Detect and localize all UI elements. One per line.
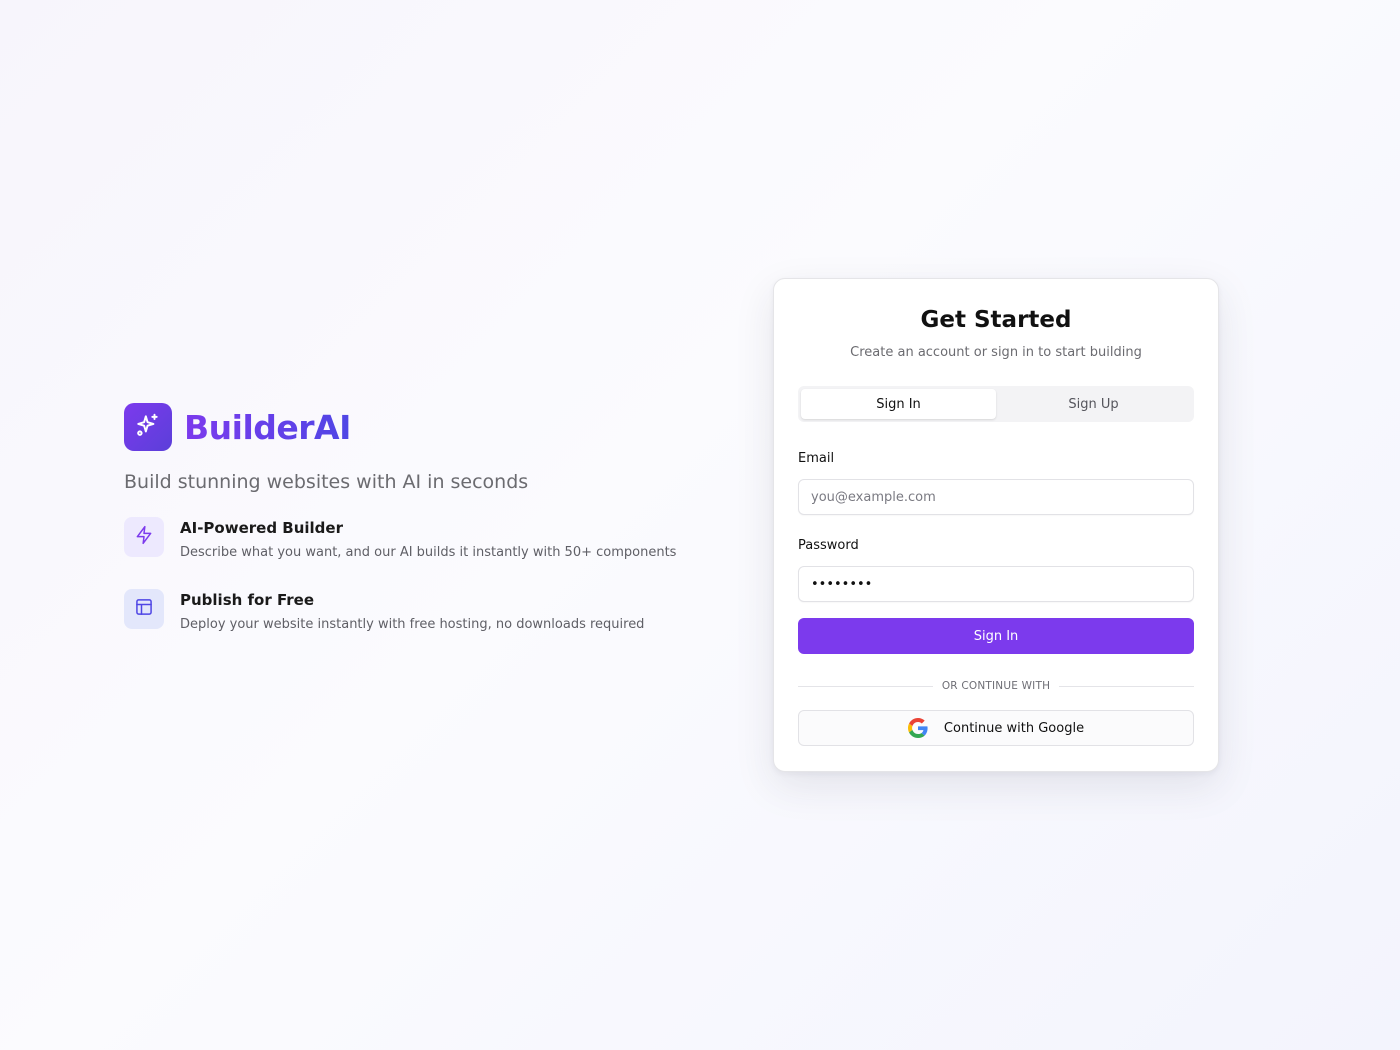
layout-icon — [134, 597, 154, 621]
feature-icon-badge — [124, 589, 164, 629]
email-input[interactable] — [798, 479, 1194, 515]
divider: OR CONTINUE WITH — [798, 678, 1195, 694]
auth-card: Get Started Create an account or sign in… — [773, 278, 1219, 772]
tab-sign-up[interactable]: Sign Up — [996, 389, 1191, 419]
divider-line — [798, 685, 933, 687]
password-label: Password — [798, 538, 859, 553]
tab-sign-in[interactable]: Sign In — [801, 389, 996, 419]
brand-tagline: Build stunning websites with AI in secon… — [124, 471, 529, 493]
feature-description: Describe what you want, and our AI build… — [180, 545, 677, 560]
brand-name: BuilderAI — [184, 407, 351, 447]
auth-subtitle: Create an account or sign in to start bu… — [850, 345, 1142, 360]
divider-text: OR CONTINUE WITH — [941, 680, 1051, 692]
brand-logo — [124, 403, 172, 451]
feature-item-publish: Publish for Free Deploy your website ins… — [124, 589, 714, 661]
divider-line — [1059, 685, 1195, 687]
password-input[interactable] — [798, 566, 1194, 602]
sign-in-button[interactable]: Sign In — [798, 618, 1194, 654]
feature-list: AI-Powered Builder Describe what you wan… — [124, 517, 714, 661]
feature-icon-badge — [124, 517, 164, 557]
feature-title: AI-Powered Builder — [180, 519, 343, 537]
email-label: Email — [798, 451, 835, 466]
auth-title: Get Started — [920, 307, 1072, 333]
google-icon — [907, 718, 928, 738]
feature-item-ai-builder: AI-Powered Builder Describe what you wan… — [124, 517, 714, 589]
sparkles-icon — [135, 412, 161, 442]
google-button-label: Continue with Google — [943, 720, 1085, 736]
feature-title: Publish for Free — [180, 591, 315, 609]
google-sign-in-button[interactable]: Continue with Google — [798, 710, 1194, 746]
zap-icon — [134, 525, 154, 549]
brand: BuilderAI — [124, 403, 714, 451]
feature-description: Deploy your website instantly with free … — [180, 617, 645, 632]
auth-tabs: Sign In Sign Up — [798, 386, 1194, 422]
hero-section: BuilderAI Build stunning websites with A… — [124, 403, 714, 661]
